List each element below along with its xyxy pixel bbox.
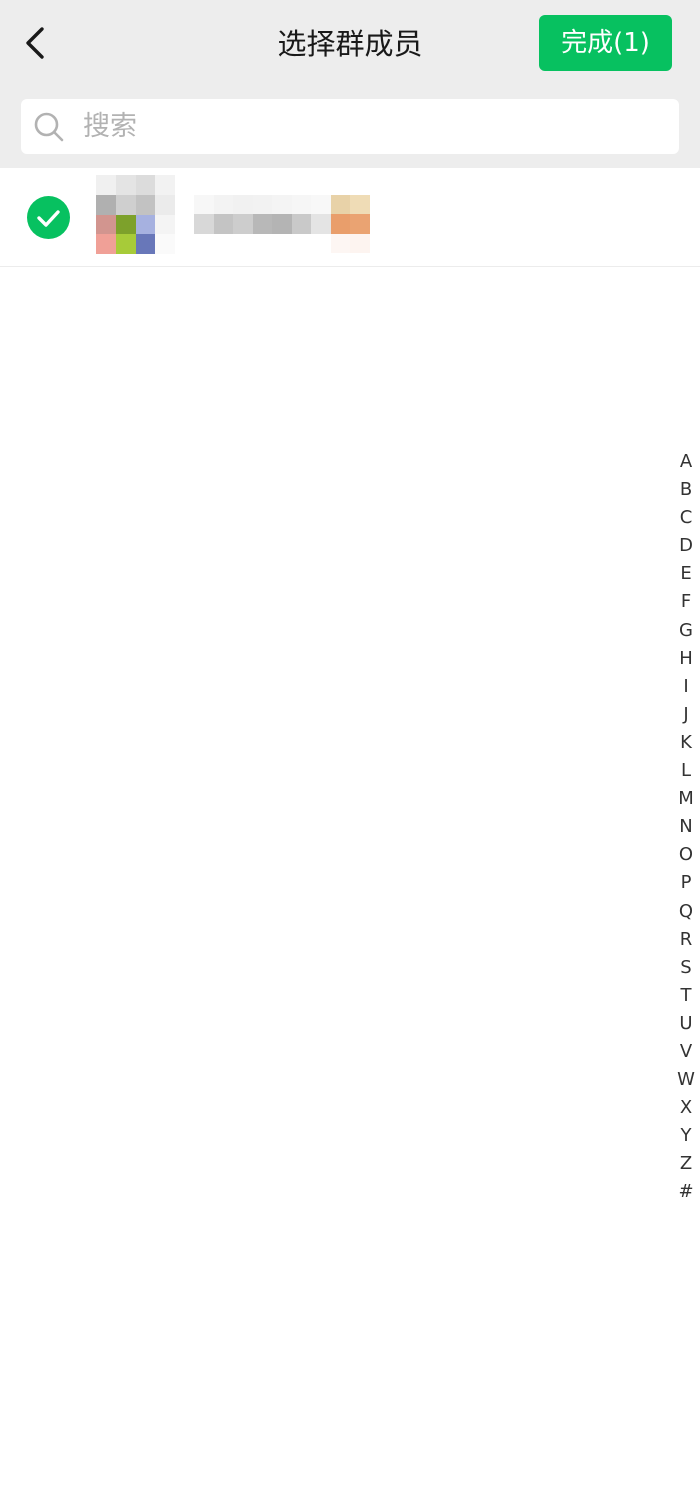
- index-letter[interactable]: D: [672, 532, 700, 560]
- index-letter[interactable]: #: [672, 1178, 700, 1206]
- index-letter[interactable]: S: [672, 954, 700, 982]
- member-name-pixelated: [194, 195, 370, 253]
- index-letter[interactable]: Z: [672, 1150, 700, 1178]
- index-letter[interactable]: M: [672, 785, 700, 813]
- avatar: [96, 175, 175, 254]
- index-letter[interactable]: W: [672, 1066, 700, 1094]
- index-letter[interactable]: B: [672, 476, 700, 504]
- index-letter[interactable]: N: [672, 813, 700, 841]
- index-letter[interactable]: J: [672, 701, 700, 729]
- index-letter[interactable]: O: [672, 841, 700, 869]
- index-letter[interactable]: Y: [672, 1122, 700, 1150]
- checked-circle-icon[interactable]: [27, 196, 70, 239]
- alphabet-index-bar[interactable]: A B C D E F G H I J K L M N O P Q R S T …: [672, 448, 700, 1207]
- member-row-selected[interactable]: [0, 170, 700, 267]
- header-bar: 选择群成员 完成(1) 搜索: [0, 0, 700, 168]
- index-letter[interactable]: G: [672, 617, 700, 645]
- index-letter[interactable]: C: [672, 504, 700, 532]
- index-letter[interactable]: K: [672, 729, 700, 757]
- index-letter[interactable]: E: [672, 560, 700, 588]
- index-letter[interactable]: Q: [672, 898, 700, 926]
- index-letter[interactable]: V: [672, 1038, 700, 1066]
- index-letter[interactable]: F: [672, 588, 700, 616]
- search-input[interactable]: 搜索: [21, 99, 679, 154]
- index-letter[interactable]: R: [672, 926, 700, 954]
- search-placeholder: 搜索: [83, 111, 137, 142]
- index-letter[interactable]: L: [672, 757, 700, 785]
- index-letter[interactable]: U: [672, 1010, 700, 1038]
- index-letter[interactable]: P: [672, 869, 700, 897]
- index-letter[interactable]: X: [672, 1094, 700, 1122]
- done-button[interactable]: 完成(1): [539, 15, 672, 71]
- search-icon: [34, 112, 64, 142]
- index-letter[interactable]: H: [672, 645, 700, 673]
- index-letter[interactable]: T: [672, 982, 700, 1010]
- index-letter[interactable]: A: [672, 448, 700, 476]
- index-letter[interactable]: I: [672, 673, 700, 701]
